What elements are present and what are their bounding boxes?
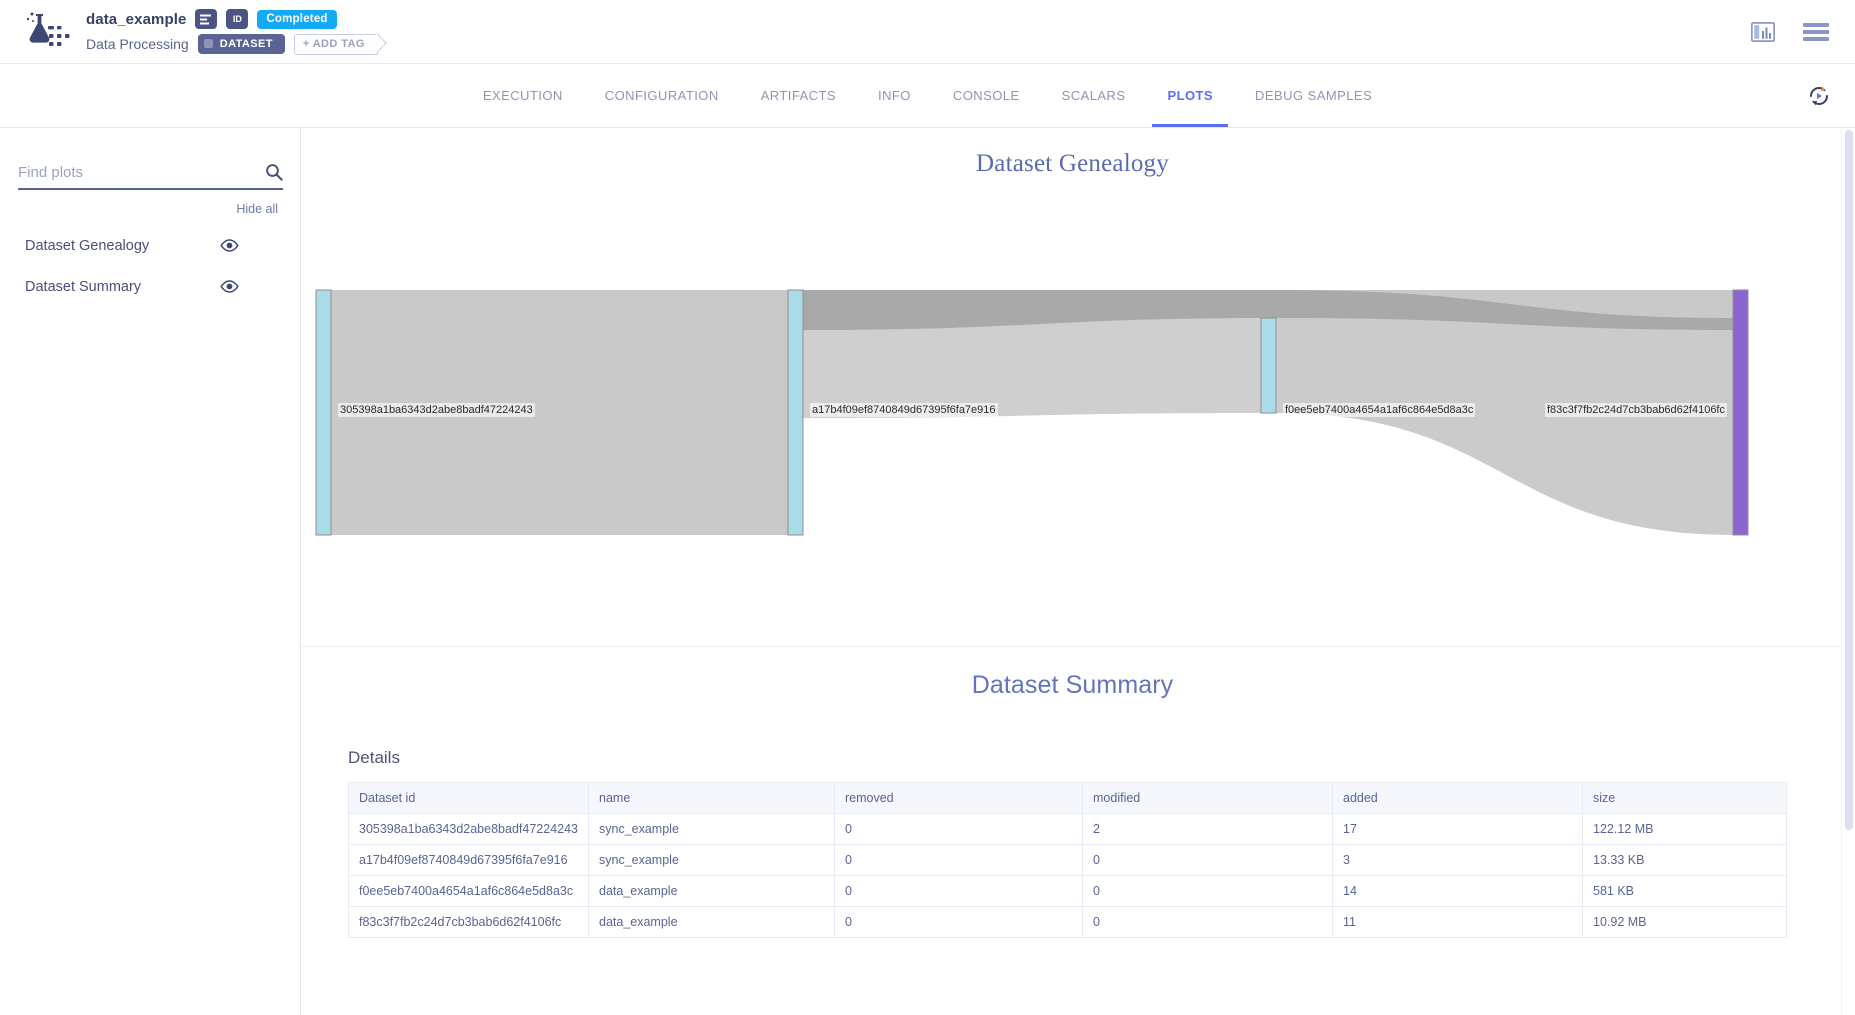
table-row: f0ee5eb7400a4654a1af6c864e5d8a3c data_exa… (348, 875, 1787, 907)
status-badge[interactable]: Completed (257, 9, 337, 29)
hamburger-line (1803, 36, 1829, 41)
table-column-header: name (588, 782, 835, 814)
table-cell: data_example (588, 906, 835, 938)
details-heading: Details (348, 748, 400, 767)
table-cell: 0 (1082, 844, 1333, 876)
table-head: Dataset id name removed modified added size (348, 782, 1787, 814)
hamburger-menu-icon[interactable] (1803, 22, 1829, 41)
eye-visible-icon[interactable] (220, 239, 239, 252)
add-tag-button[interactable]: + ADD TAG (293, 33, 378, 55)
project-name: Data Processing (86, 36, 189, 52)
search-input[interactable] (18, 163, 265, 181)
hamburger-line (1803, 22, 1829, 27)
table-body: 305398a1ba6343d2abe8badf47224243 sync_exa… (348, 813, 1787, 938)
search-icon[interactable] (265, 163, 283, 181)
plot-list-item-label: Dataset Summary (25, 278, 142, 295)
sankey-link[interactable] (331, 290, 788, 535)
table-column-header: Dataset id (348, 782, 589, 814)
plot-card-summary: Dataset Summary Details Dataset id name re… (301, 647, 1844, 1015)
table-cell: 13.33 KB (1582, 844, 1787, 876)
plots-content: Dataset Genealogy 305398a1ba6343d2abe8ba… (301, 128, 1844, 1015)
dataset-tag[interactable]: DATASET (197, 34, 285, 54)
tab-info[interactable]: INFO (857, 64, 932, 127)
table-cell: sync_example (588, 844, 835, 876)
plots-page: data_example ID Completed Data Processin… (0, 0, 1855, 1015)
plot-list-item-label: Dataset Genealogy (25, 237, 150, 254)
tab-list: EXECUTION CONFIGURATION ARTIFACTS INFO CONSO… (462, 64, 1393, 127)
table-column-header: added (1332, 782, 1583, 814)
vertical-scrollbar-track[interactable] (1841, 128, 1855, 1015)
tab-execution[interactable]: EXECUTION (462, 64, 584, 127)
genealogy-plot-title: Dataset Genealogy (976, 150, 1169, 177)
table-row: 305398a1ba6343d2abe8badf47224243 sync_exa… (348, 813, 1787, 845)
plot-list-item[interactable]: Dataset Genealogy (0, 225, 301, 266)
tab-scalars[interactable]: SCALARS (1041, 64, 1147, 127)
auto-refresh-glyph (1810, 86, 1828, 105)
table-cell: 0 (1082, 875, 1333, 907)
table-cell: 14 (1332, 875, 1583, 907)
table-cell: 122.12 MB (1582, 813, 1787, 845)
tab-configuration[interactable]: CONFIGURATION (584, 64, 740, 127)
id-button[interactable]: ID (226, 9, 249, 29)
table-cell: 581 KB (1582, 875, 1787, 907)
details-section: Details Dataset id name removed modified add… (301, 748, 1844, 938)
task-type-glyph (199, 14, 211, 24)
plots-sidebar: Hide all Dataset Genealogy Dataset Summar… (0, 128, 301, 1015)
experiment-flask-icon (26, 12, 70, 46)
sankey-node[interactable] (1260, 317, 1277, 414)
plot-card-genealogy: Dataset Genealogy 305398a1ba6343d2abe8ba… (301, 128, 1844, 647)
sankey-node[interactable] (1732, 289, 1749, 536)
task-type-icon[interactable] (195, 9, 218, 29)
hide-all-button[interactable]: Hide all (236, 202, 278, 216)
header-title-row: data_example ID Completed (86, 8, 378, 30)
tab-console[interactable]: CONSOLE (932, 64, 1041, 127)
table-cell: 17 (1332, 813, 1583, 845)
header-text-block: data_example ID Completed Data Processin… (86, 8, 378, 55)
table-row: f83c3f7fb2c24d7cb3bab6d62f4106fc data_exa… (348, 906, 1787, 938)
hamburger-line (1803, 29, 1829, 34)
eye-visible-icon[interactable] (220, 280, 239, 293)
tab-artifacts[interactable]: ARTIFACTS (740, 64, 857, 127)
sankey-svg (315, 289, 1749, 536)
header-subtitle-row: Data Processing DATASET + ADD TAG (86, 33, 378, 55)
split-panel-icon[interactable] (1751, 21, 1775, 42)
table-cell: 0 (834, 906, 1083, 938)
summary-plot-title: Dataset Summary (971, 671, 1174, 699)
table-cell: 3 (1332, 844, 1583, 876)
tab-plots[interactable]: PLOTS (1146, 64, 1234, 127)
sankey-link[interactable] (1276, 318, 1733, 535)
table-cell: 0 (834, 813, 1083, 845)
table-cell: 0 (834, 875, 1083, 907)
table-cell: a17b4f09ef8740849d67395f6fa7e916 (348, 844, 589, 876)
plot-list-item[interactable]: Dataset Summary (0, 266, 301, 307)
auto-refresh-icon[interactable] (1805, 82, 1833, 110)
vertical-scrollbar-thumb[interactable] (1845, 130, 1853, 830)
table-cell: f0ee5eb7400a4654a1af6c864e5d8a3c (348, 875, 589, 907)
page-title: data_example (86, 10, 187, 28)
header-actions (1751, 21, 1829, 42)
table-cell: sync_example (588, 813, 835, 845)
table-cell: 11 (1332, 906, 1583, 938)
top-header: data_example ID Completed Data Processin… (0, 0, 1855, 64)
sankey-node[interactable] (315, 289, 332, 536)
sankey-node[interactable] (787, 289, 804, 536)
tab-debug-samples[interactable]: DEBUG SAMPLES (1234, 64, 1393, 127)
search-box (18, 156, 283, 190)
dataset-summary-table: Dataset id name removed modified added size 3… (348, 782, 1787, 938)
table-column-header: modified (1082, 782, 1333, 814)
sankey-link[interactable] (803, 318, 1261, 418)
table-column-header: removed (834, 782, 1083, 814)
table-cell: 305398a1ba6343d2abe8badf47224243 (348, 813, 589, 845)
table-cell: f83c3f7fb2c24d7cb3bab6d62f4106fc (348, 906, 589, 938)
table-header-row: Dataset id name removed modified added size (348, 782, 1787, 814)
sankey-diagram[interactable]: 305398a1ba6343d2abe8badf47224243 a17b4f09… (301, 178, 1844, 568)
table-cell: data_example (588, 875, 835, 907)
table-cell: 0 (834, 844, 1083, 876)
table-cell: 10.92 MB (1582, 906, 1787, 938)
table-cell: 0 (1082, 906, 1333, 938)
table-row: a17b4f09ef8740849d67395f6fa7e916 sync_exa… (348, 844, 1787, 876)
tab-bar: EXECUTION CONFIGURATION ARTIFACTS INFO CONSO… (0, 64, 1855, 128)
table-cell: 2 (1082, 813, 1333, 845)
table-column-header: size (1582, 782, 1787, 814)
